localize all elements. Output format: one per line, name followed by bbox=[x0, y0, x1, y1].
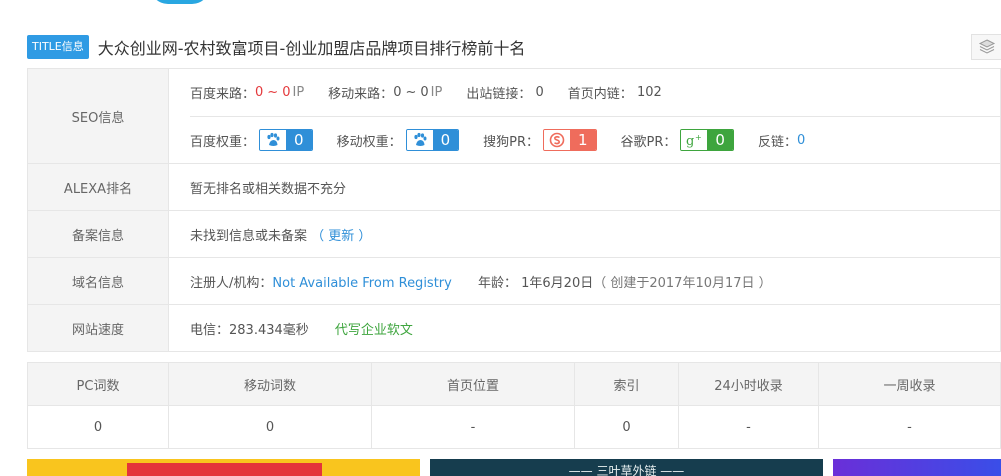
mobile-weight-badge[interactable]: 0 bbox=[405, 129, 460, 151]
outbound-links: 出站链接： 0 bbox=[466, 85, 544, 102]
homepage-links: 首页内链： 102 bbox=[567, 85, 662, 102]
mobile-words-value: 0 bbox=[168, 405, 372, 449]
speed-row: 网站速度 电信：283.434毫秒 代写企业软文 bbox=[27, 304, 1001, 352]
ad-banner-1-red-block bbox=[127, 463, 322, 476]
site-info-table: SEO信息 百度来路： 0 ~ 0 IP 移动来路： 0 ~ 0 IP 出站链接… bbox=[27, 68, 1001, 352]
sogou-icon bbox=[544, 130, 570, 150]
mobile-source: 移动来路： 0 ~ 0 IP bbox=[328, 85, 443, 102]
seo-row: SEO信息 百度来路： 0 ~ 0 IP 移动来路： 0 ~ 0 IP 出站链接… bbox=[27, 68, 1001, 164]
homepage-position-value: - bbox=[371, 405, 575, 449]
title-badge: TITLE信息 bbox=[27, 35, 89, 59]
page-title: 大众创业网-农村致富项目-创业加盟店品牌项目排行榜前十名 bbox=[97, 39, 526, 58]
logo-arc-decoration bbox=[150, 0, 210, 4]
icp-update-link[interactable]: （ 更新 ） bbox=[311, 229, 371, 244]
seo-cell: 百度来路： 0 ~ 0 IP 移动来路： 0 ~ 0 IP 出站链接： 0 首页… bbox=[168, 68, 1001, 164]
ad-banner-2-text: —— 三叶草外链 —— bbox=[568, 464, 685, 476]
domain-cell: 注册人/机构：Not Available From Registry 年龄： 1… bbox=[168, 257, 1001, 305]
mobile-source-min: 0 bbox=[393, 85, 402, 100]
seo-line-traffic: 百度来路： 0 ~ 0 IP 移动来路： 0 ~ 0 IP 出站链接： 0 首页… bbox=[190, 69, 1000, 116]
title-row: TITLE信息 大众创业网-农村致富项目-创业加盟店品牌项目排行榜前十名 bbox=[27, 32, 1001, 62]
index-value: 0 bbox=[574, 405, 679, 449]
google-pr: 谷歌PR： g + 0 bbox=[621, 129, 734, 151]
domain-created-note: （ 创建于2017年10月17日 ） bbox=[593, 275, 772, 291]
pc-words-value: 0 bbox=[27, 405, 169, 449]
layers-icon bbox=[978, 39, 995, 54]
domain-age: 1年6月20日 bbox=[521, 275, 594, 291]
svg-text:g: g bbox=[686, 134, 694, 148]
baidu-source-max: 0 bbox=[282, 85, 291, 100]
icp-value: 未找到信息或未备案 bbox=[190, 228, 308, 244]
icp-cell: 未找到信息或未备案 （ 更新 ） bbox=[168, 210, 1001, 258]
rank-table: PC词数 移动词数 首页位置 索引 24小时收录 一周收录 0 0 - 0 - … bbox=[27, 362, 1001, 449]
ad-link[interactable]: 代写企业软文 bbox=[335, 323, 413, 338]
alexa-label: ALEXA排名 bbox=[27, 163, 169, 211]
baidu-source-min: 0 bbox=[255, 85, 264, 100]
speed-value: 电信：283.434毫秒 bbox=[190, 322, 309, 338]
baidu-weight: 百度权重： 0 bbox=[190, 129, 313, 151]
header-homepage-position: 首页位置 bbox=[371, 362, 575, 406]
domain-label: 域名信息 bbox=[27, 257, 169, 305]
domain-row: 域名信息 注册人/机构：Not Available From Registry … bbox=[27, 257, 1001, 305]
seo-label: SEO信息 bbox=[27, 68, 169, 164]
baidu-paw-icon bbox=[260, 130, 287, 150]
baidu-paw-icon bbox=[406, 130, 433, 150]
ad-banner-2[interactable]: —— 三叶草外链 —— bbox=[430, 459, 823, 476]
alexa-value: 暂无排名或相关数据不充分 bbox=[168, 163, 1001, 211]
sogou-pr-badge[interactable]: 1 bbox=[543, 129, 597, 151]
baidu-source: 百度来路： 0 ~ 0 IP bbox=[190, 85, 305, 102]
table-row: 0 0 - 0 - - bbox=[27, 405, 1001, 449]
week-indexed-value: - bbox=[818, 405, 1001, 449]
backlinks-link[interactable]: 0 bbox=[797, 133, 805, 148]
header-pc-words: PC词数 bbox=[27, 362, 169, 406]
backlinks: 反链： 0 bbox=[757, 132, 806, 150]
rank-table-header: PC词数 移动词数 首页位置 索引 24小时收录 一周收录 bbox=[27, 362, 1001, 406]
icp-row: 备案信息 未找到信息或未备案 （ 更新 ） bbox=[27, 210, 1001, 258]
google-pr-badge[interactable]: g + 0 bbox=[680, 129, 734, 151]
icp-label: 备案信息 bbox=[27, 210, 169, 258]
mobile-weight: 移动权重： 0 bbox=[337, 129, 460, 151]
speed-cell: 电信：283.434毫秒 代写企业软文 bbox=[168, 304, 1001, 352]
ad-banner-3[interactable] bbox=[833, 459, 1001, 476]
registrant-link[interactable]: Not Available From Registry bbox=[272, 276, 451, 291]
header-mobile-words: 移动词数 bbox=[168, 362, 372, 406]
ad-banner-1[interactable] bbox=[27, 459, 420, 476]
google-plus-icon: g + bbox=[681, 130, 708, 150]
svg-text:+: + bbox=[695, 133, 702, 142]
speed-label: 网站速度 bbox=[27, 304, 169, 352]
sogou-pr: 搜狗PR： 1 bbox=[483, 129, 597, 151]
24h-indexed-value: - bbox=[678, 405, 819, 449]
mobile-source-max: 0 bbox=[420, 85, 429, 100]
header-week-indexed: 一周收录 bbox=[818, 362, 1001, 406]
seo-line-weights: 百度权重： 0 移动权重： 0 搜狗PR： 1 谷歌PR： g + 0 反链： … bbox=[190, 116, 1000, 163]
layers-button[interactable] bbox=[971, 34, 1001, 60]
header-24h-indexed: 24小时收录 bbox=[678, 362, 819, 406]
baidu-weight-badge[interactable]: 0 bbox=[259, 129, 313, 151]
header-index: 索引 bbox=[574, 362, 679, 406]
alexa-row: ALEXA排名 暂无排名或相关数据不充分 bbox=[27, 163, 1001, 211]
